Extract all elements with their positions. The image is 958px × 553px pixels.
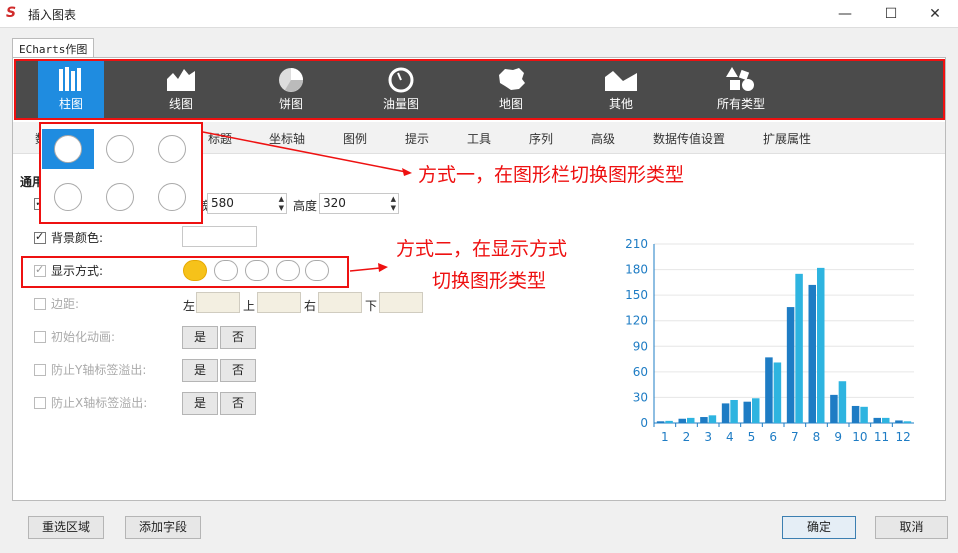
bar — [882, 417, 890, 423]
annotation-method-two-line2: 切换图形类型 — [432, 270, 547, 292]
bar — [808, 284, 816, 423]
y-tick-label: 90 — [633, 339, 648, 353]
bar — [817, 267, 825, 423]
chart-preview: 03060901201501802101 2 3 4 5 6 7 8 9 10 11 12 — [625, 237, 914, 444]
x-tick-label: 5 — [748, 430, 756, 444]
bar — [851, 405, 860, 423]
ok-button[interactable]: 确定 — [782, 516, 856, 539]
bar — [786, 307, 795, 423]
x-tick-label: 7 — [791, 430, 799, 444]
bar — [895, 420, 903, 423]
bar — [903, 421, 912, 423]
y-tick-label: 210 — [625, 237, 648, 251]
x-tick-label: 8 — [813, 430, 821, 444]
bar — [838, 381, 847, 423]
y-tick-label: 0 — [640, 416, 648, 430]
bar — [678, 418, 686, 423]
bar — [765, 357, 773, 423]
annotation-method-two-line1: 方式二，在显示方式 — [396, 238, 568, 260]
bar — [752, 398, 760, 423]
bar — [873, 417, 881, 423]
bar — [860, 406, 868, 423]
add-field-button[interactable]: 添加字段 — [125, 516, 201, 539]
bar — [721, 403, 730, 423]
y-tick-label: 150 — [625, 288, 648, 302]
x-tick-label: 4 — [726, 430, 734, 444]
bar — [700, 417, 708, 423]
y-tick-label: 120 — [625, 314, 648, 328]
bar — [730, 399, 738, 423]
x-tick-label: 2 — [683, 430, 691, 444]
x-tick-label: 10 — [852, 430, 867, 444]
bar — [656, 421, 665, 423]
bar — [773, 362, 782, 423]
reselect-region-button[interactable]: 重选区域 — [28, 516, 104, 539]
cancel-button[interactable]: 取消 — [875, 516, 948, 539]
x-tick-label: 12 — [896, 430, 911, 444]
annotation-method-one: 方式一，在图形栏切换图形类型 — [418, 164, 685, 186]
x-tick-label: 6 — [769, 430, 777, 444]
bar — [830, 394, 838, 423]
x-tick-label: 3 — [704, 430, 712, 444]
x-tick-label: 9 — [834, 430, 842, 444]
bar — [665, 420, 673, 423]
x-tick-label: 1 — [661, 430, 669, 444]
x-tick-label: 11 — [874, 430, 889, 444]
y-tick-label: 30 — [633, 390, 648, 404]
bar — [795, 273, 803, 423]
bar — [687, 417, 695, 423]
bar — [743, 401, 751, 423]
bar — [708, 415, 717, 423]
y-tick-label: 180 — [625, 263, 648, 277]
y-tick-label: 60 — [633, 365, 648, 379]
